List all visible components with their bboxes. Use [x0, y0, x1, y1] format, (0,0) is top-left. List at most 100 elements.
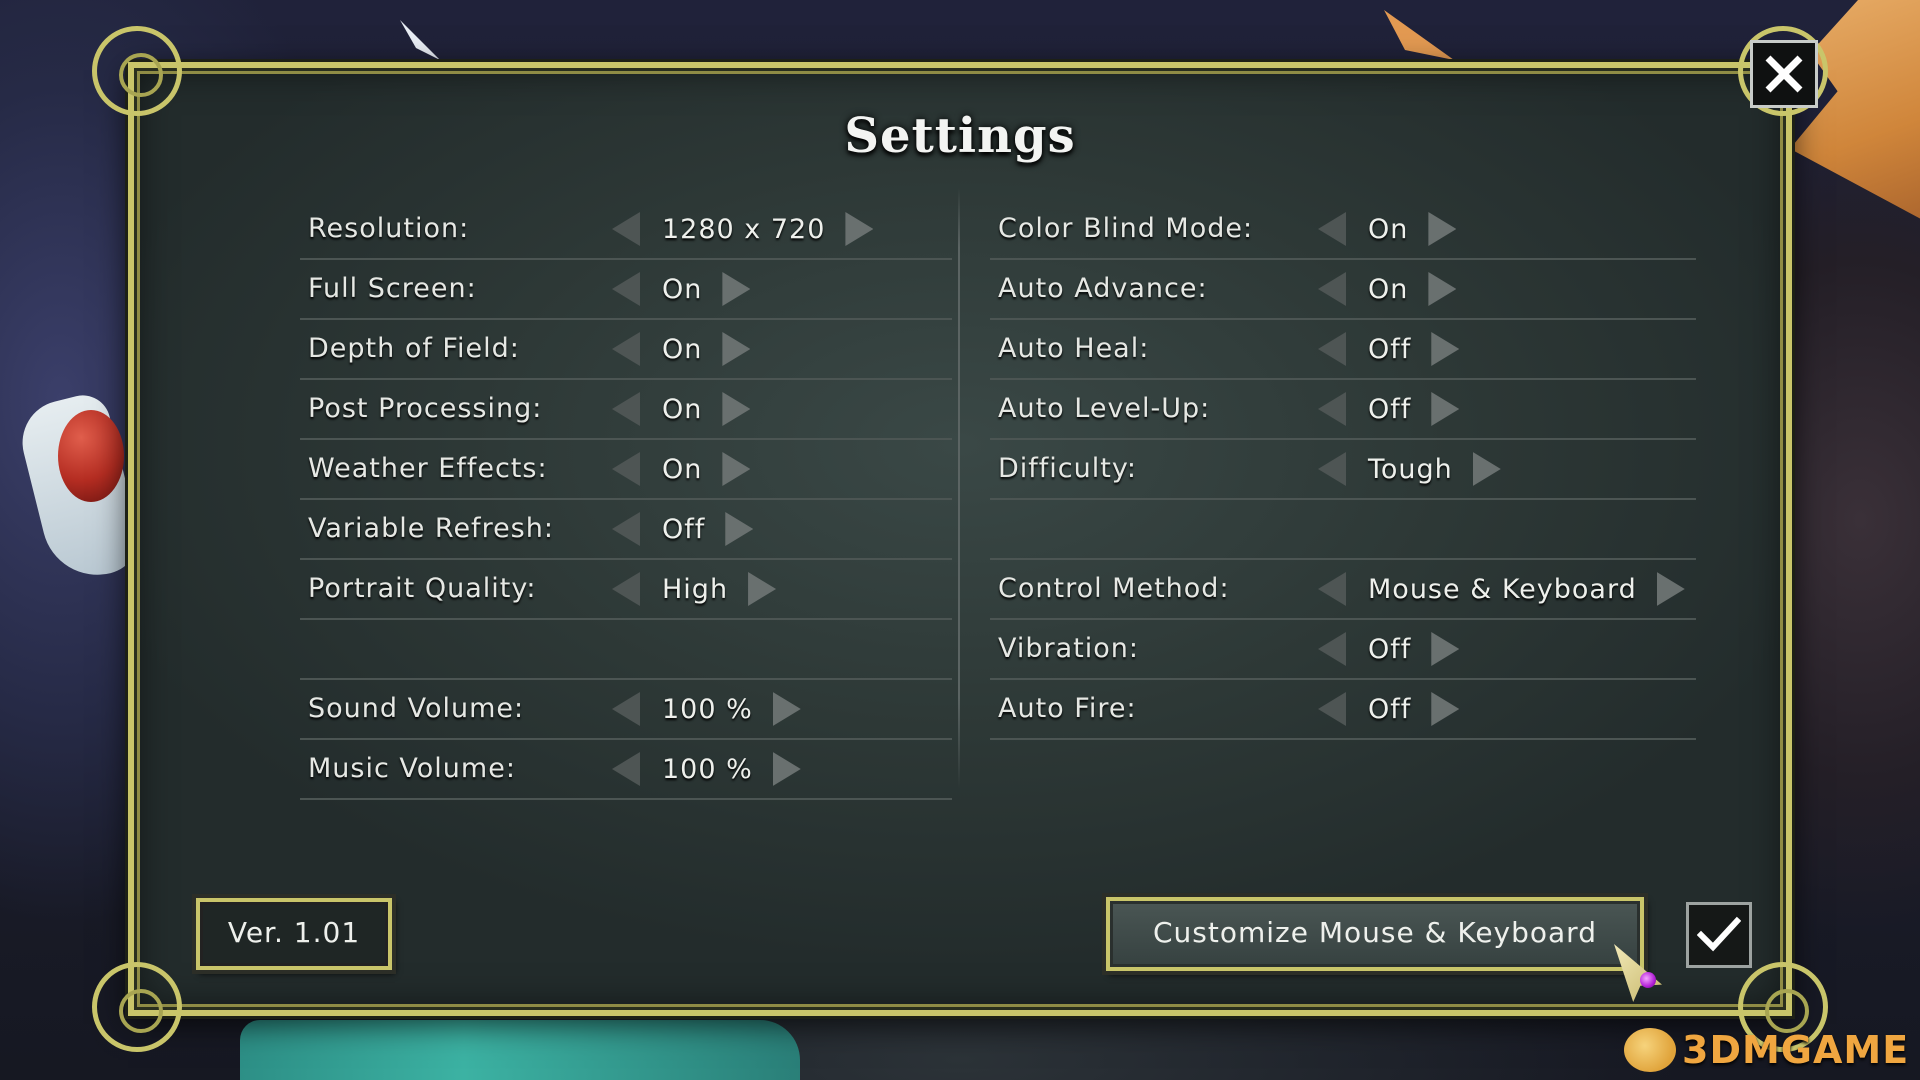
- setting-value-selector: On: [612, 320, 751, 378]
- confirm-button[interactable]: [1686, 902, 1752, 968]
- arrow-left-icon[interactable]: [612, 332, 640, 366]
- setting-label: Control Method:: [998, 573, 1230, 604]
- left-settings-column: Resolution: 1280 x 720 Full Screen: On Depth…: [300, 200, 952, 800]
- version-label: Ver. 1.01: [196, 898, 392, 970]
- setting-label: Auto Fire:: [998, 693, 1137, 724]
- setting-label: Variable Refresh:: [308, 513, 554, 544]
- setting-row: [990, 500, 1696, 560]
- right-settings-column: Color Blind Mode: On Auto Advance: On Auto H…: [990, 200, 1696, 740]
- setting-label: Music Volume:: [308, 753, 516, 784]
- arrow-left-icon[interactable]: [612, 692, 640, 726]
- setting-value: 1280 x 720: [662, 213, 826, 245]
- arrow-right-icon[interactable]: [722, 392, 751, 426]
- arrow-right-icon[interactable]: [722, 332, 751, 366]
- arrow-right-icon[interactable]: [1431, 392, 1460, 426]
- arrow-right-icon[interactable]: [722, 272, 751, 306]
- arrow-left-icon[interactable]: [1318, 572, 1346, 606]
- setting-label: Auto Level-Up:: [998, 393, 1211, 424]
- arrow-left-icon[interactable]: [1318, 692, 1346, 726]
- arrow-right-icon[interactable]: [1431, 332, 1460, 366]
- setting-row: Resolution: 1280 x 720: [300, 200, 952, 260]
- game-scene-background: Settings Resolution: 1280 x 720 Full Scree…: [0, 0, 1920, 1080]
- setting-label: Vibration:: [998, 633, 1139, 664]
- background-apple-art: [58, 410, 124, 502]
- setting-row: Full Screen: On: [300, 260, 952, 320]
- setting-value: High: [662, 573, 729, 605]
- arrow-left-icon[interactable]: [1318, 272, 1346, 306]
- setting-value-selector: On: [612, 440, 751, 498]
- setting-row: Post Processing: On: [300, 380, 952, 440]
- arrow-right-icon[interactable]: [1428, 212, 1457, 246]
- arrow-left-icon[interactable]: [1318, 632, 1346, 666]
- setting-value-selector: Off: [1318, 320, 1460, 378]
- setting-row: Color Blind Mode: On: [990, 200, 1696, 260]
- arrow-left-icon[interactable]: [612, 572, 640, 606]
- setting-label: Resolution:: [308, 213, 470, 244]
- setting-value-selector: Off: [1318, 680, 1460, 738]
- setting-value-selector: On: [612, 260, 751, 318]
- arrow-right-icon[interactable]: [772, 752, 801, 786]
- arrow-right-icon[interactable]: [1431, 692, 1460, 726]
- setting-row: Music Volume: 100 %: [300, 740, 952, 800]
- arrow-right-icon[interactable]: [772, 692, 801, 726]
- settings-panel: Settings Resolution: 1280 x 720 Full Scree…: [92, 26, 1828, 1052]
- arrow-left-icon[interactable]: [1318, 212, 1346, 246]
- setting-value-selector: 100 %: [612, 740, 801, 798]
- setting-row: Control Method: Mouse & Keyboard: [990, 560, 1696, 620]
- arrow-right-icon[interactable]: [1431, 632, 1460, 666]
- background-feather-art: [400, 20, 440, 60]
- watermark-text: 3DMGAME: [1682, 1028, 1910, 1072]
- arrow-left-icon[interactable]: [612, 452, 640, 486]
- checkmark-icon: [1697, 916, 1741, 952]
- setting-value: Off: [1368, 393, 1412, 425]
- setting-value-selector: Mouse & Keyboard: [1318, 560, 1685, 618]
- arrow-left-icon[interactable]: [612, 272, 640, 306]
- setting-value-selector: Tough: [1318, 440, 1501, 498]
- setting-row: Difficulty: Tough: [990, 440, 1696, 500]
- setting-value: On: [1368, 213, 1409, 245]
- panel-title: Settings: [844, 108, 1076, 164]
- arrow-right-icon[interactable]: [748, 572, 777, 606]
- arrow-right-icon[interactable]: [725, 512, 754, 546]
- background-wing-tip-art: [1384, 10, 1454, 60]
- setting-value: On: [662, 333, 703, 365]
- frame-corner-ornament: [92, 26, 182, 116]
- setting-row: Auto Heal: Off: [990, 320, 1696, 380]
- setting-row: [300, 620, 952, 680]
- setting-value: Off: [1368, 633, 1412, 665]
- setting-value: Off: [662, 513, 706, 545]
- arrow-right-icon[interactable]: [845, 212, 874, 246]
- setting-value-selector: Off: [1318, 620, 1460, 678]
- arrow-right-icon[interactable]: [722, 452, 751, 486]
- setting-row: Portrait Quality: High: [300, 560, 952, 620]
- arrow-right-icon[interactable]: [1656, 572, 1685, 606]
- arrow-left-icon[interactable]: [1318, 392, 1346, 426]
- setting-value: 100 %: [662, 693, 753, 725]
- setting-value-selector: On: [1318, 260, 1457, 318]
- arrow-right-icon[interactable]: [1428, 272, 1457, 306]
- setting-label: Auto Advance:: [998, 273, 1208, 304]
- arrow-left-icon[interactable]: [612, 512, 640, 546]
- setting-value-selector: On: [1318, 200, 1457, 258]
- arrow-left-icon[interactable]: [1318, 452, 1346, 486]
- setting-value-selector: Off: [612, 500, 754, 558]
- setting-row: Auto Fire: Off: [990, 680, 1696, 740]
- setting-row: Sound Volume: 100 %: [300, 680, 952, 740]
- close-button[interactable]: [1750, 40, 1818, 108]
- arrow-right-icon[interactable]: [1472, 452, 1501, 486]
- setting-value: On: [662, 393, 703, 425]
- setting-row: Vibration: Off: [990, 620, 1696, 680]
- setting-value: 100 %: [662, 753, 753, 785]
- arrow-left-icon[interactable]: [612, 392, 640, 426]
- customize-mouse-keyboard-button[interactable]: Customize Mouse & Keyboard: [1106, 897, 1644, 971]
- setting-label: Post Processing:: [308, 393, 543, 424]
- setting-label: Sound Volume:: [308, 693, 525, 724]
- arrow-left-icon[interactable]: [612, 212, 640, 246]
- setting-row: Auto Level-Up: Off: [990, 380, 1696, 440]
- frame-corner-ornament: [92, 962, 182, 1052]
- setting-value: Off: [1368, 693, 1412, 725]
- arrow-left-icon[interactable]: [612, 752, 640, 786]
- setting-label: Full Screen:: [308, 273, 477, 304]
- arrow-left-icon[interactable]: [1318, 332, 1346, 366]
- setting-value-selector: High: [612, 560, 777, 618]
